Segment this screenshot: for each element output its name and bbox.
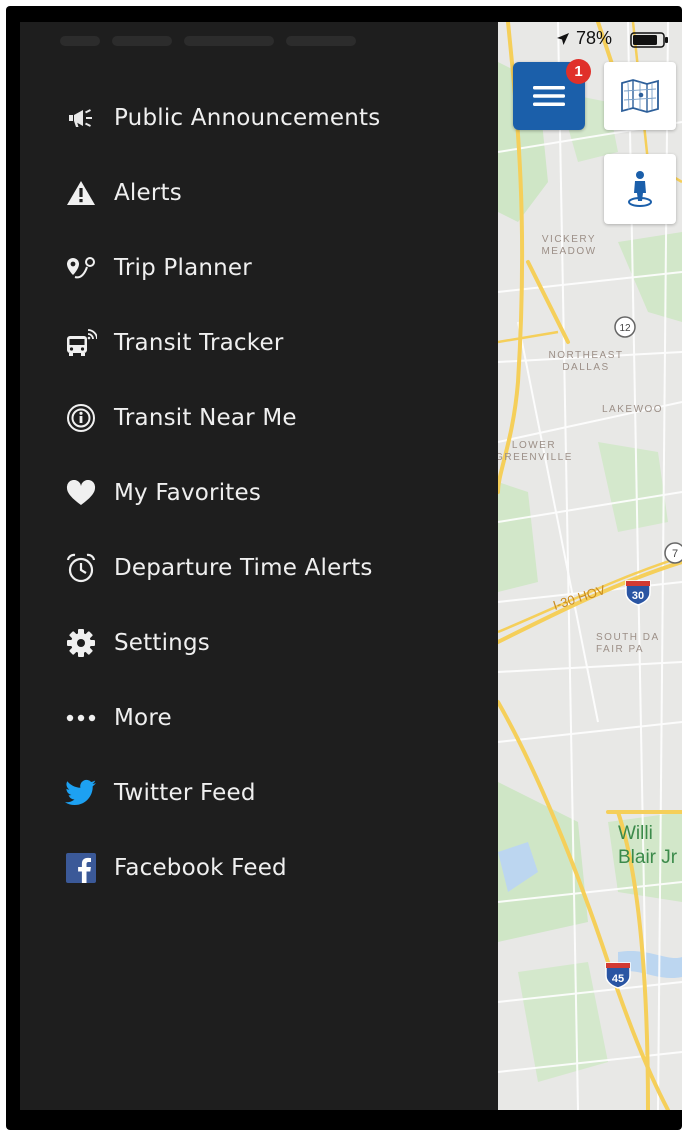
map-label-northeast-dallas: NORTHEAST DALLAS — [548, 350, 624, 373]
map-layers-button[interactable] — [604, 62, 676, 130]
menu-item-departure-time-alerts[interactable]: Departure Time Alerts — [20, 530, 498, 605]
svg-text:30: 30 — [632, 590, 644, 602]
alarm-clock-icon — [64, 551, 98, 585]
route-shield-7-icon: 7 — [664, 542, 682, 564]
gear-icon — [64, 626, 98, 660]
navigation-drawer: Public Announcements Alerts Trip Planner… — [20, 22, 498, 1110]
more-dots-icon — [64, 701, 98, 735]
menu-item-label: Public Announcements — [114, 104, 381, 131]
battery-icon — [630, 32, 668, 48]
menu-item-label: Trip Planner — [114, 254, 252, 281]
megaphone-icon — [64, 101, 98, 135]
svg-text:45: 45 — [612, 973, 624, 985]
bus-wifi-icon — [64, 326, 98, 360]
map-label-south-dallas: SOUTH DA FAIR PA — [596, 632, 660, 655]
menu-item-label: My Favorites — [114, 479, 262, 506]
interstate-45-shield-icon: 45 — [605, 962, 631, 989]
menu-item-label: Twitter Feed — [114, 779, 256, 806]
notification-badge: 1 — [566, 59, 591, 84]
battery-percent: 78% — [576, 28, 613, 48]
menu-item-transit-near-me[interactable]: Transit Near Me — [20, 380, 498, 455]
menu-item-label: Transit Near Me — [114, 404, 297, 431]
menu-item-label: More — [114, 704, 172, 731]
route-pin-icon — [64, 251, 98, 285]
menu-item-transit-tracker[interactable]: Transit Tracker — [20, 305, 498, 380]
menu-item-label: Departure Time Alerts — [114, 554, 373, 581]
menu-item-my-favorites[interactable]: My Favorites — [20, 455, 498, 530]
drawer-menu: Public Announcements Alerts Trip Planner… — [20, 80, 498, 905]
info-circle-icon — [64, 401, 98, 435]
person-location-icon — [628, 171, 652, 207]
facebook-icon — [64, 851, 98, 885]
map-view[interactable]: 78% 1 VICKERY MEADOW NORTHEAST DALLAS LA… — [498, 22, 682, 1110]
menu-item-facebook-feed[interactable]: Facebook Feed — [20, 830, 498, 905]
menu-item-twitter-feed[interactable]: Twitter Feed — [20, 755, 498, 830]
menu-item-more[interactable]: More — [20, 680, 498, 755]
twitter-icon — [64, 776, 98, 810]
menu-item-label: Alerts — [114, 179, 182, 206]
menu-item-public-announcements[interactable]: Public Announcements — [20, 80, 498, 155]
menu-item-settings[interactable]: Settings — [20, 605, 498, 680]
map-label-lower-greenville: LOWER GREENVILLE — [498, 440, 573, 463]
phone-frame: Public Announcements Alerts Trip Planner… — [6, 6, 682, 1130]
svg-text:12: 12 — [619, 323, 631, 334]
status-bar-left — [60, 30, 420, 52]
my-location-button[interactable] — [604, 154, 676, 224]
status-bar-right: 78% — [498, 22, 682, 58]
map-label-lakewood: LAKEWOO — [602, 404, 664, 415]
menu-item-trip-planner[interactable]: Trip Planner — [20, 230, 498, 305]
warning-icon — [64, 176, 98, 210]
location-arrow-icon — [557, 33, 569, 45]
interstate-30-shield-icon: 30 — [625, 580, 651, 606]
menu-item-label: Transit Tracker — [114, 329, 284, 356]
map-label-vickery-meadow: VICKERY MEADOW — [541, 234, 597, 257]
menu-item-label: Facebook Feed — [114, 854, 287, 881]
map-label-poi: Willi Blair Jr — [618, 823, 678, 868]
menu-item-alerts[interactable]: Alerts — [20, 155, 498, 230]
svg-text:7: 7 — [672, 548, 678, 560]
route-shield-12-icon: 12 — [614, 316, 636, 338]
heart-icon — [64, 476, 98, 510]
menu-item-label: Settings — [114, 629, 210, 656]
hamburger-icon — [533, 86, 565, 106]
folded-map-icon — [621, 79, 659, 113]
